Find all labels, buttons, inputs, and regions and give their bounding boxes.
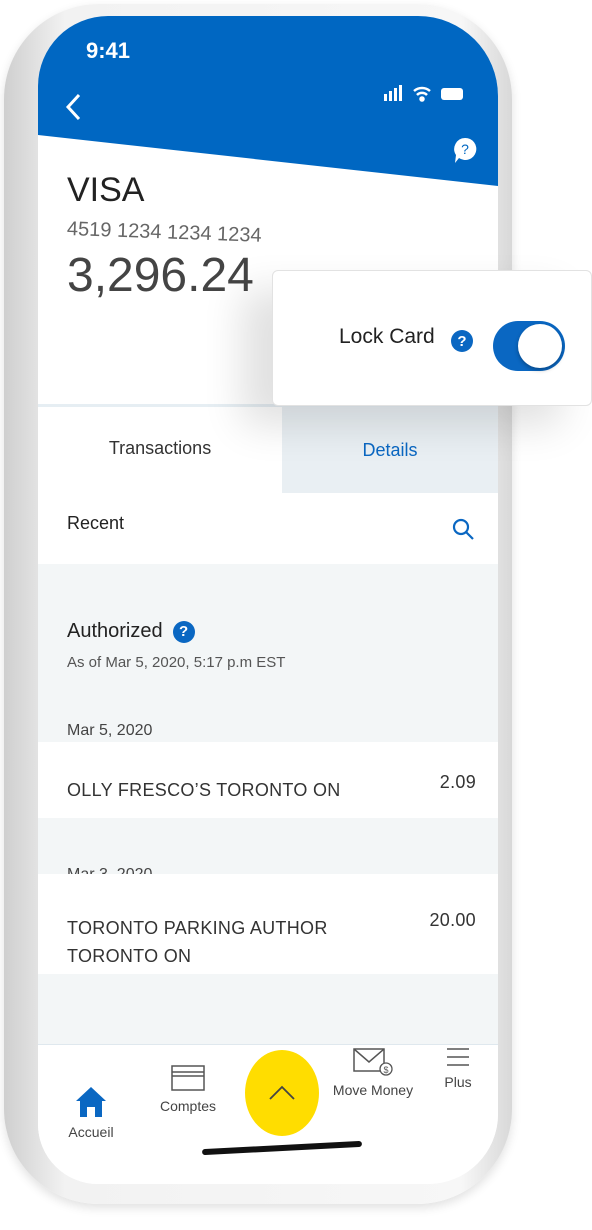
- signal-icon: [384, 85, 402, 101]
- nav-comptes[interactable]: Comptes: [153, 1063, 223, 1114]
- nav-label: Plus: [444, 1074, 472, 1090]
- tab-transactions[interactable]: Transactions: [38, 407, 282, 489]
- lock-card-label: Lock Card: [339, 325, 435, 348]
- back-button[interactable]: [64, 92, 84, 122]
- home-icon: [76, 1087, 106, 1117]
- help-icon[interactable]: ?: [172, 620, 195, 643]
- menu-icon: [447, 1048, 469, 1066]
- transaction-description-line2: TORONTO ON: [67, 946, 192, 966]
- nav-label: Accueil: [68, 1124, 114, 1140]
- wifi-icon: [413, 86, 431, 102]
- card-icon: [171, 1065, 205, 1091]
- transaction-amount: 20.00: [429, 910, 476, 930]
- chevron-left-icon: [65, 93, 81, 121]
- date-header: Mar 3, 2020: [38, 818, 498, 883]
- transaction-row[interactable]: OLLY FRESCO’S TORONTO ON 2.09: [38, 742, 498, 818]
- card-balance: 3,296.24: [67, 249, 254, 302]
- card-brand: VISA: [67, 171, 145, 209]
- authorized-as-of: As of Mar 5, 2020, 5:17 p.m EST: [67, 654, 286, 671]
- transaction-description: TORONTO PARKING AUTHOR: [67, 918, 328, 938]
- transaction-row[interactable]: TORONTO PARKING AUTHOR TORONTO ON 20.00: [38, 874, 498, 974]
- bottom-nav: Accueil Comptes $ Move Money Plus: [38, 1044, 498, 1184]
- transaction-description: OLLY FRESCO’S TORONTO ON: [67, 780, 341, 800]
- lock-card-popup: Lock Card ?: [272, 270, 592, 406]
- home-indicator[interactable]: [201, 1140, 363, 1156]
- envelope-dollar-icon: $: [353, 1048, 393, 1076]
- nav-plus[interactable]: Plus: [436, 1045, 480, 1090]
- nav-move-money[interactable]: $ Move Money: [328, 1045, 418, 1098]
- card-number: 4519 1234 1234 1234: [66, 218, 262, 247]
- toggle-knob: [518, 324, 562, 368]
- nav-accueil[interactable]: Accueil: [58, 1085, 124, 1140]
- lock-card-toggle[interactable]: [493, 321, 565, 371]
- list-footer: [38, 974, 498, 1044]
- nav-label: Comptes: [159, 1098, 217, 1114]
- search-icon: [452, 518, 474, 540]
- recent-label: Recent: [67, 513, 125, 533]
- nav-label: Move Money: [332, 1082, 414, 1098]
- search-button[interactable]: [452, 518, 476, 542]
- svg-text:?: ?: [461, 141, 469, 157]
- chat-help-icon[interactable]: ?: [452, 136, 478, 166]
- transaction-date: Mar 5, 2020: [67, 722, 153, 739]
- status-time: 9:41: [86, 38, 131, 63]
- chevron-up-icon: [269, 1085, 295, 1100]
- authorized-title: Authorized: [67, 620, 163, 642]
- authorized-section: [38, 564, 498, 742]
- svg-text:$: $: [383, 1065, 388, 1075]
- transaction-amount: 2.09: [439, 772, 476, 792]
- phone-screen: 9:41 ? VISA 4519 1234 1234 1234 3,296.24…: [38, 16, 498, 1184]
- status-icons: [384, 85, 463, 102]
- tab-details[interactable]: Details: [282, 407, 498, 493]
- battery-icon: [441, 88, 463, 100]
- help-icon[interactable]: ?: [451, 330, 473, 352]
- quick-actions-button[interactable]: [245, 1050, 319, 1136]
